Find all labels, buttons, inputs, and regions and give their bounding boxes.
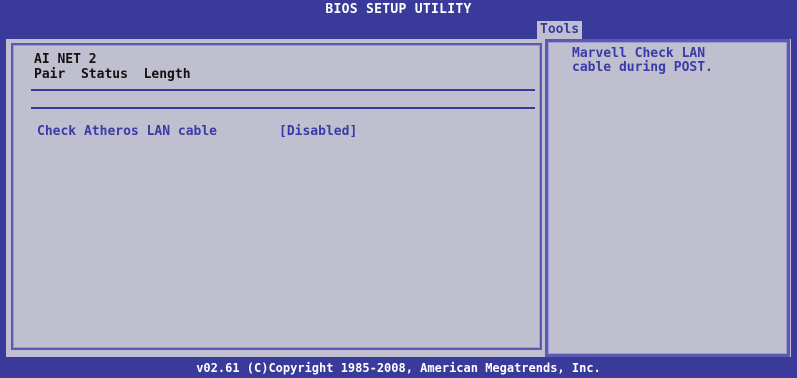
help-text: Marvell Check LAN cable during POST. — [572, 46, 713, 75]
setting-check-atheros-lan-cable[interactable]: Check Atheros LAN cable — [37, 124, 217, 139]
help-panel: Marvell Check LAN cable during POST. — [545, 39, 790, 357]
tab-bar: Tools — [0, 20, 797, 39]
divider-bottom — [31, 107, 535, 109]
footer-copyright: v02.61 (C)Copyright 1985-2008, American … — [0, 357, 797, 378]
tab-tools[interactable]: Tools — [537, 21, 583, 39]
panel-heading: AI NET 2 Pair Status Length — [34, 52, 191, 82]
heading-ai-net: AI NET 2 — [34, 52, 97, 67]
heading-columns: Pair Status Length — [34, 67, 191, 82]
bios-screen: BIOS SETUP UTILITY Tools AI NET 2 Pair S… — [0, 0, 797, 378]
setting-value-check-atheros-lan-cable[interactable]: [Disabled] — [279, 124, 357, 139]
settings-panel: AI NET 2 Pair Status Length Check Athero… — [11, 43, 542, 350]
main-area: AI NET 2 Pair Status Length Check Athero… — [6, 39, 791, 357]
divider-top — [31, 89, 535, 91]
window-title: BIOS SETUP UTILITY — [0, 0, 797, 20]
